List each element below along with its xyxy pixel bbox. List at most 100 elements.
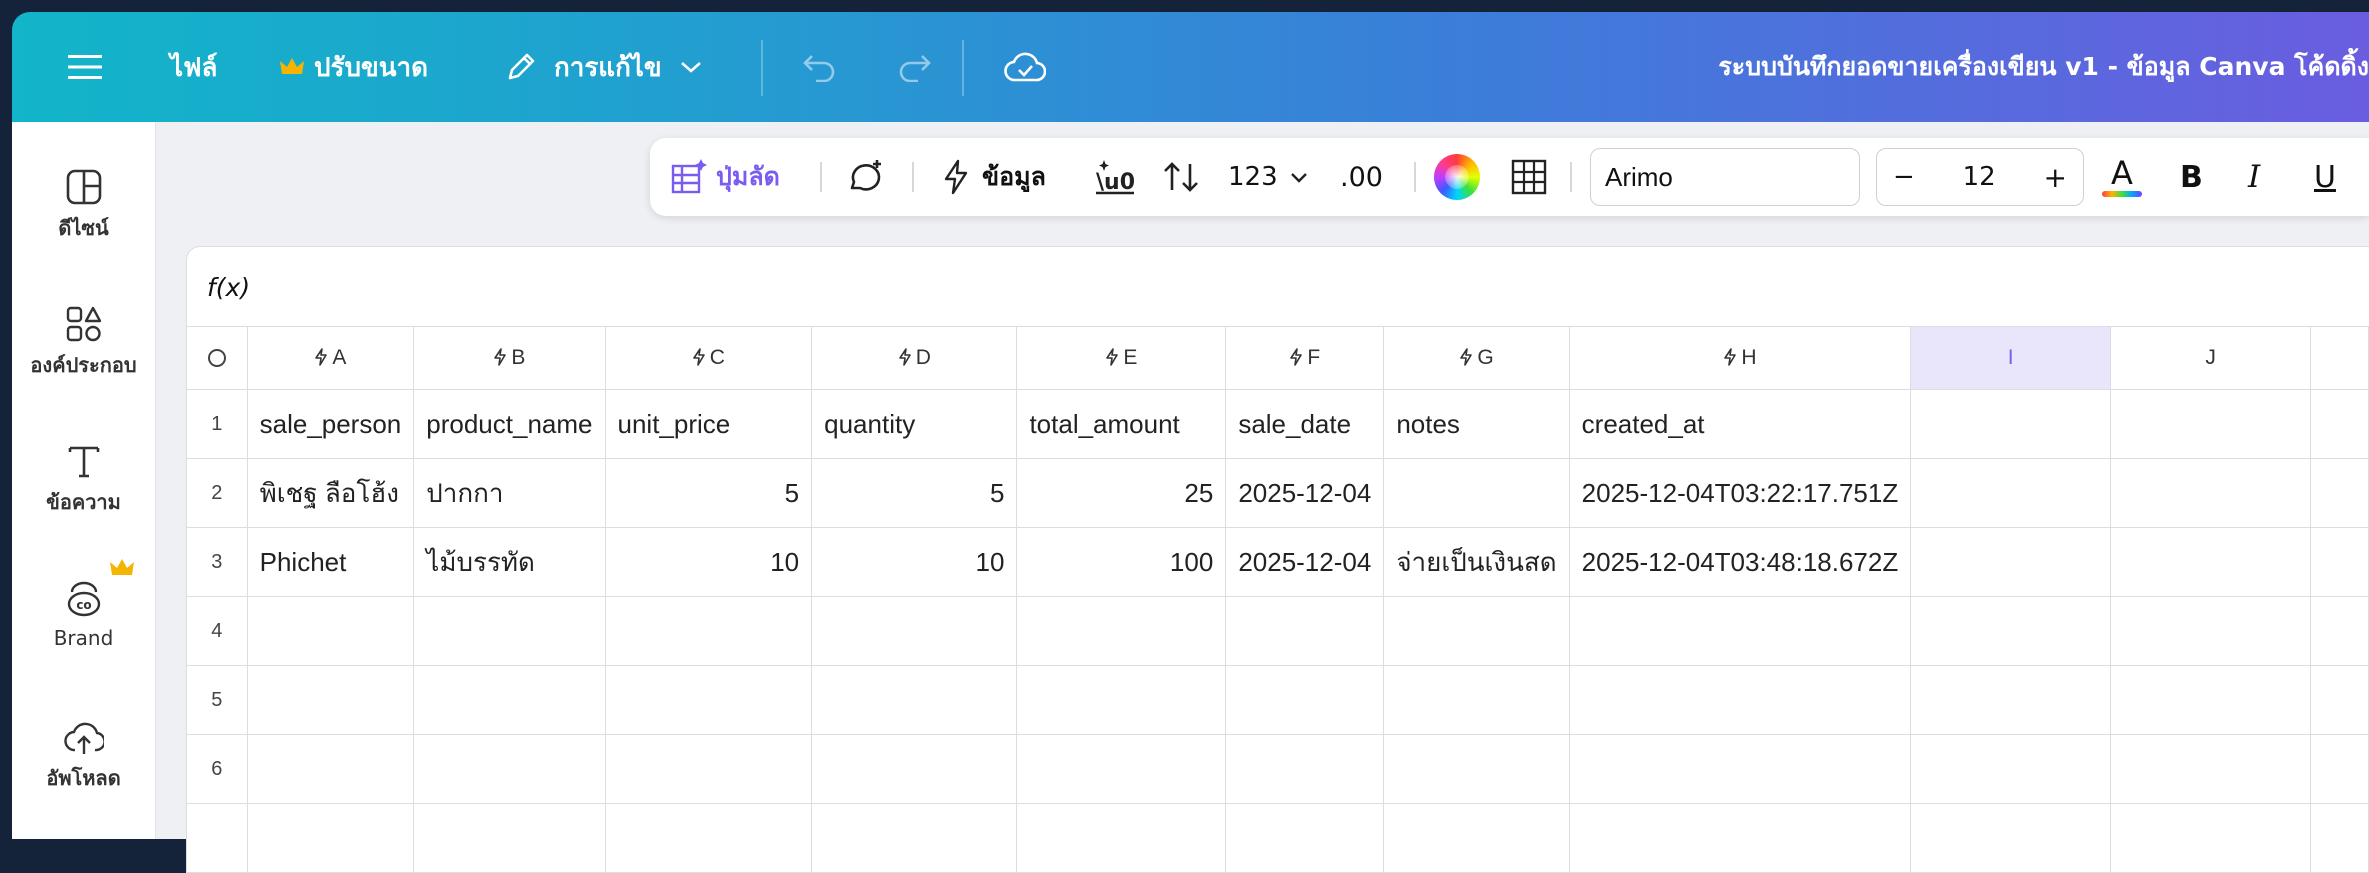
- cell-a2[interactable]: พิเชฐ ลือโฮ้ง: [246, 458, 415, 528]
- cell-h6[interactable]: [1568, 734, 1912, 804]
- cell-i5[interactable]: [1910, 665, 2112, 735]
- column-header-h[interactable]: H: [1568, 326, 1912, 390]
- cell-j6[interactable]: [2110, 734, 2312, 804]
- cell-next[interactable]: [2310, 458, 2369, 528]
- cell-h1[interactable]: created_at: [1568, 389, 1912, 459]
- cell-b5[interactable]: [413, 665, 606, 735]
- sidebar-item-text[interactable]: ข้อความ: [12, 442, 155, 518]
- cell-g6[interactable]: [1383, 734, 1570, 804]
- shortcuts-button[interactable]: ปุ่มลัด: [670, 138, 780, 216]
- cell-h5[interactable]: [1568, 665, 1912, 735]
- cell-a4[interactable]: [246, 596, 415, 666]
- sidebar-item-elements[interactable]: องค์ประกอบ: [12, 305, 155, 381]
- cell-g2[interactable]: [1383, 458, 1570, 528]
- cell-i4[interactable]: [1910, 596, 2112, 666]
- bold-button[interactable]: B: [2180, 138, 2203, 216]
- italic-button[interactable]: I: [2248, 138, 2260, 216]
- edit-menu[interactable]: การแก้ไข: [504, 12, 702, 122]
- cell-b6[interactable]: [413, 734, 606, 804]
- cell-e1[interactable]: total_amount: [1016, 389, 1227, 459]
- cell-d2[interactable]: 5: [811, 458, 1018, 528]
- row-number[interactable]: [186, 803, 248, 873]
- sidebar-item-uploads[interactable]: อัพโหลด: [12, 720, 155, 794]
- formula-bar[interactable]: f(x): [186, 246, 2369, 327]
- cell-i2[interactable]: [1910, 458, 2112, 528]
- column-header-f[interactable]: F: [1225, 326, 1385, 390]
- underline-button[interactable]: U: [2314, 138, 2336, 216]
- cell-c3[interactable]: 10: [604, 527, 813, 597]
- cell-next[interactable]: [2310, 527, 2369, 597]
- column-header-d[interactable]: D: [811, 326, 1018, 390]
- cell-d3[interactable]: 10: [811, 527, 1018, 597]
- cell-g5[interactable]: [1383, 665, 1570, 735]
- cell-h2[interactable]: 2025-12-04T03:22:17.751Z: [1568, 458, 1912, 528]
- column-header-g[interactable]: G: [1383, 326, 1570, 390]
- cell-g3[interactable]: จ่ายเป็นเงินสด: [1383, 527, 1570, 597]
- row-number[interactable]: 6: [186, 734, 248, 804]
- cell-a5[interactable]: [246, 665, 415, 735]
- cell-b2[interactable]: ปากกา: [413, 458, 606, 528]
- cell-f6[interactable]: [1225, 734, 1385, 804]
- redo-button[interactable]: [896, 12, 932, 122]
- cell-c2[interactable]: 5: [604, 458, 813, 528]
- cell-a6[interactable]: [246, 734, 415, 804]
- cell-e5[interactable]: [1016, 665, 1227, 735]
- select-all-corner[interactable]: [186, 326, 248, 390]
- cell-e3[interactable]: 100: [1016, 527, 1227, 597]
- row-number[interactable]: 2: [186, 458, 248, 528]
- cell-c6[interactable]: [604, 734, 813, 804]
- undo-button[interactable]: [802, 12, 838, 122]
- cell-next[interactable]: [2310, 734, 2369, 804]
- cell-i3[interactable]: [1910, 527, 2112, 597]
- cell-f2[interactable]: 2025-12-04: [1225, 458, 1385, 528]
- cell-next[interactable]: [2310, 596, 2369, 666]
- cell-a1[interactable]: sale_person: [246, 389, 415, 459]
- sidebar-item-design[interactable]: ดีไซน์: [12, 168, 155, 244]
- hamburger-menu-button[interactable]: [68, 12, 102, 122]
- cell-j4[interactable]: [2110, 596, 2312, 666]
- row-number[interactable]: 5: [186, 665, 248, 735]
- cell-e4[interactable]: [1016, 596, 1227, 666]
- column-header-e[interactable]: E: [1016, 326, 1227, 390]
- column-header-c[interactable]: C: [604, 326, 813, 390]
- cell-b3[interactable]: ไม้บรรทัด: [413, 527, 606, 597]
- column-header-i[interactable]: I: [1910, 326, 2112, 390]
- number-format-dropdown[interactable]: 123: [1228, 138, 1308, 216]
- cell-f4[interactable]: [1225, 596, 1385, 666]
- font-color-button[interactable]: A: [2102, 138, 2142, 216]
- resize-menu[interactable]: ปรับขนาด: [280, 12, 428, 122]
- cell-g1[interactable]: notes: [1383, 389, 1570, 459]
- font-family-field[interactable]: Arimo: [1590, 138, 1860, 216]
- borders-button[interactable]: [1510, 138, 1548, 216]
- cell-h4[interactable]: [1568, 596, 1912, 666]
- decimal-button[interactable]: .00: [1340, 138, 1383, 216]
- cell-d1[interactable]: quantity: [811, 389, 1018, 459]
- cell-e6[interactable]: [1016, 734, 1227, 804]
- row-number[interactable]: 4: [186, 596, 248, 666]
- comment-button[interactable]: [846, 138, 886, 216]
- column-header-next[interactable]: [2310, 326, 2369, 390]
- cell-g4[interactable]: [1383, 596, 1570, 666]
- cell-j1[interactable]: [2110, 389, 2312, 459]
- cell-d5[interactable]: [811, 665, 1018, 735]
- font-size-decrease-button[interactable]: −: [1893, 162, 1915, 192]
- cell-c5[interactable]: [604, 665, 813, 735]
- column-header-a[interactable]: A: [246, 326, 415, 390]
- cell-a3[interactable]: Phichet: [246, 527, 415, 597]
- file-menu[interactable]: ไฟล์: [170, 12, 217, 122]
- cell-d4[interactable]: [811, 596, 1018, 666]
- chart-insert-button[interactable]: \u00000l: [1094, 138, 1136, 216]
- cell-j3[interactable]: [2110, 527, 2312, 597]
- cell-c4[interactable]: [604, 596, 813, 666]
- cell-e2[interactable]: 25: [1016, 458, 1227, 528]
- cell-h3[interactable]: 2025-12-04T03:48:18.672Z: [1568, 527, 1912, 597]
- cell-i1[interactable]: [1910, 389, 2112, 459]
- cell-d6[interactable]: [811, 734, 1018, 804]
- cell-f3[interactable]: 2025-12-04: [1225, 527, 1385, 597]
- cell-i6[interactable]: [1910, 734, 2112, 804]
- color-picker-button[interactable]: [1434, 138, 1480, 216]
- cell-next[interactable]: [2310, 665, 2369, 735]
- cell-c1[interactable]: unit_price: [604, 389, 813, 459]
- font-size-input[interactable]: 12: [1963, 162, 1996, 192]
- column-header-b[interactable]: B: [413, 326, 606, 390]
